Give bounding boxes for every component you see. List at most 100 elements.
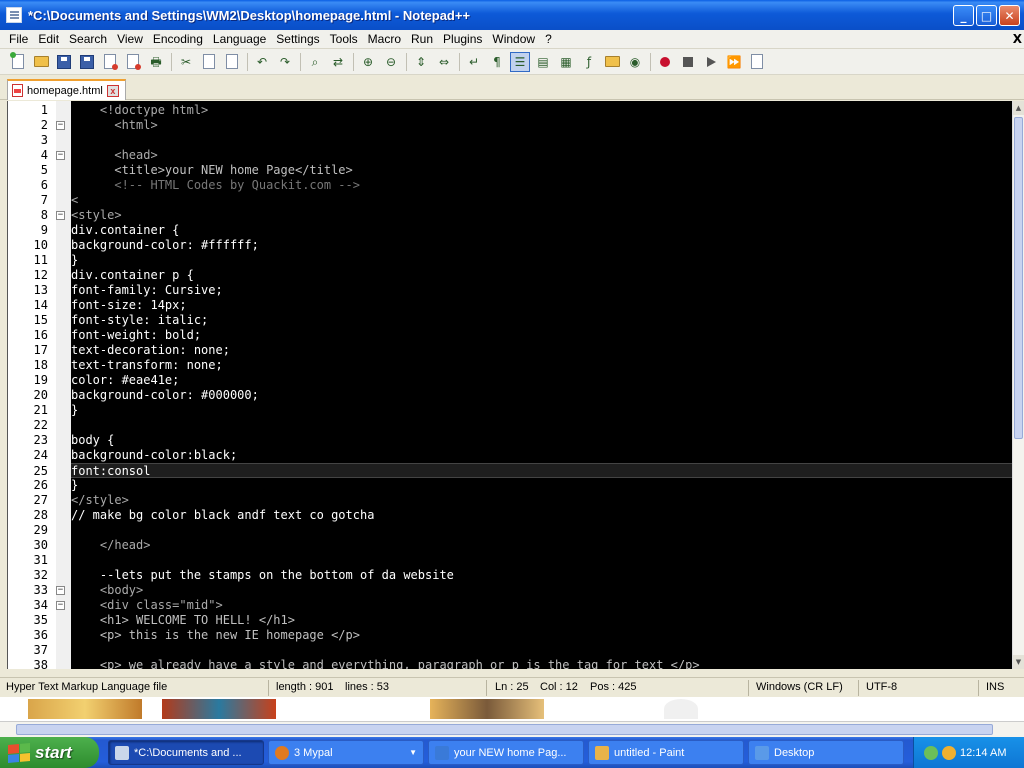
menu-edit[interactable]: Edit [33,32,64,46]
taskbar-item-mypal[interactable]: 3 Mypal ▼ [268,740,424,765]
code-line[interactable]: 3 [41,133,1012,148]
code-line[interactable]: 17 text-decoration: none; [34,343,1012,358]
fold-toggle-icon[interactable]: − [56,601,65,610]
taskbar-item-notepadpp[interactable]: *C:\Documents and ... [108,740,264,765]
taskbar-item-paint[interactable]: untitled - Paint [588,740,744,765]
code-line[interactable]: 16 font-weight: bold; [34,328,1012,343]
tab-close-icon[interactable]: x [106,84,119,97]
code-line[interactable]: 24 background-color:black; [34,448,1012,463]
code-line[interactable]: 15 font-style: italic; [34,313,1012,328]
new-file-button[interactable] [8,52,28,72]
code-line[interactable]: 32 --lets put the stamps on the bottom o… [34,568,1012,583]
word-wrap-button[interactable]: ↵ [464,52,484,72]
undo-button[interactable]: ↶ [252,52,272,72]
menu-run[interactable]: Run [406,32,438,46]
close-document-button[interactable]: X [1013,32,1022,46]
stop-macro-button[interactable] [678,52,698,72]
replace-button[interactable]: ⇄ [328,52,348,72]
paste-button[interactable] [222,52,242,72]
network-tray-icon[interactable] [924,745,938,760]
fold-toggle-icon[interactable]: − [56,211,65,220]
code-line[interactable]: 31 [34,553,1012,568]
code-line[interactable]: 5 <title>your NEW home Page</title> [41,163,1012,178]
search-tray-icon[interactable] [942,745,956,760]
save-macro-button[interactable] [747,52,767,72]
code-line[interactable]: 13 font-family: Cursive; [34,283,1012,298]
menu-encoding[interactable]: Encoding [148,32,208,46]
show-all-chars-button[interactable]: ¶ [487,52,507,72]
vertical-scroll-thumb[interactable] [1014,117,1023,439]
code-line[interactable]: 19 color: #eae41e; [34,373,1012,388]
vertical-scrollbar[interactable]: ▲ ▼ [1012,101,1024,669]
tab-homepage[interactable]: homepage.html x [7,79,126,100]
code-line[interactable]: 22 [34,418,1012,433]
code-line[interactable]: 34− <div class="mid"> [34,598,1012,613]
code-line[interactable]: 30 </head> [34,538,1012,553]
code-line[interactable]: 9 div.container { [41,223,1012,238]
code-line[interactable]: 28 // make bg color black andf text co go… [34,508,1012,523]
code-line[interactable]: 36 <p> this is the new IE homepage </p> [34,628,1012,643]
taskbar-item-desktop[interactable]: Desktop [748,740,904,765]
close-all-button[interactable] [123,52,143,72]
horizontal-scroll-thumb[interactable] [16,724,993,735]
code-line[interactable]: 20 background-color: #000000; [34,388,1012,403]
code-line[interactable]: 12 div.container p { [34,268,1012,283]
code-line[interactable]: 27 </style> [34,493,1012,508]
zoom-in-button[interactable]: ⊕ [358,52,378,72]
menu-settings[interactable]: Settings [271,32,324,46]
code-line[interactable]: 4− <head> [41,148,1012,163]
code-line[interactable]: 7 < [41,193,1012,208]
sync-horizontal-button[interactable]: ⇔ [434,52,454,72]
minimize-button[interactable]: _ [953,5,974,26]
redo-button[interactable]: ↷ [275,52,295,72]
sync-vertical-button[interactable]: ⇕ [411,52,431,72]
code-line[interactable]: 38 <p> we already have a style and every… [34,658,1012,669]
code-line[interactable]: 26} [34,478,1012,493]
start-button[interactable]: start [0,737,99,768]
play-macro-button[interactable] [701,52,721,72]
user-language-button[interactable]: ▤ [533,52,553,72]
menu-file[interactable]: File [4,32,33,46]
code-line[interactable]: 11} [34,253,1012,268]
code-lines[interactable]: 1 <!doctype html> 2− <html> 3 4− <head> 5 <… [34,103,1012,669]
print-button[interactable]: 🖶 [146,52,166,72]
menu-macro[interactable]: Macro [363,32,406,46]
code-line[interactable]: 29 [34,523,1012,538]
close-button[interactable]: ✕ [999,5,1020,26]
menu-view[interactable]: View [112,32,148,46]
save-button[interactable] [54,52,74,72]
menu-help[interactable]: ? [540,32,557,46]
code-line[interactable]: 18 text-transform: none; [34,358,1012,373]
code-line[interactable]: 23 body { [34,433,1012,448]
folder-workspace-button[interactable] [602,52,622,72]
notepad-app-icon[interactable] [6,7,22,23]
run-macro-multiple-button[interactable]: ⏩ [724,52,744,72]
fold-toggle-icon[interactable]: − [56,121,65,130]
doc-map-button[interactable]: ▦ [556,52,576,72]
menu-language[interactable]: Language [208,32,271,46]
menu-search[interactable]: Search [64,32,112,46]
taskbar-item-browser-page[interactable]: your NEW home Pag... [428,740,584,765]
open-file-button[interactable] [31,52,51,72]
horizontal-scrollbar[interactable] [0,721,1024,737]
code-line[interactable]: 2− <html> [41,118,1012,133]
cut-button[interactable]: ✂ [176,52,196,72]
code-line[interactable]: 33− <body> [34,583,1012,598]
monitoring-button[interactable]: ◉ [625,52,645,72]
function-list-button[interactable]: ƒ [579,52,599,72]
menu-plugins[interactable]: Plugins [438,32,487,46]
maximize-button[interactable]: □ [976,5,997,26]
record-macro-button[interactable] [655,52,675,72]
scroll-up-arrow-icon[interactable]: ▲ [1013,101,1024,115]
clock[interactable]: 12:14 AM [960,747,1006,759]
code-line[interactable]: 35 <h1> WELCOME TO HELL! </h1> [34,613,1012,628]
fold-toggle-icon[interactable]: − [56,586,65,595]
close-file-button[interactable] [100,52,120,72]
code-line[interactable]: 14 font-size: 14px; [34,298,1012,313]
code-line[interactable]: 1 <!doctype html> [41,103,1012,118]
zoom-out-button[interactable]: ⊖ [381,52,401,72]
code-line[interactable]: 37 [34,643,1012,658]
code-line[interactable]: 25 font:consol [34,463,1012,478]
menu-window[interactable]: Window [487,32,540,46]
menu-tools[interactable]: Tools [325,32,363,46]
